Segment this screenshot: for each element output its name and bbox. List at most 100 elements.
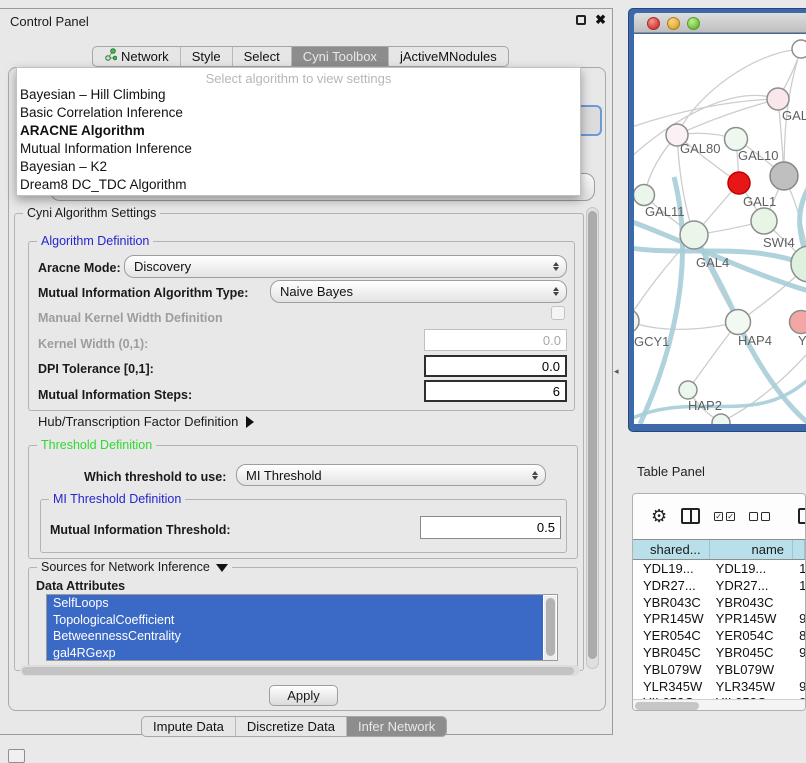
tab-style[interactable]: Style [180,47,232,66]
table-cell: YDL19... [633,561,710,578]
table-row[interactable]: YDL19...YDL19...13 [633,561,805,578]
table-row[interactable]: YBR045CYBR045C9. [633,645,805,662]
attribute-list-item[interactable]: BetweennessCentrality [47,628,543,645]
control-panel-window: Control Panel ✖ NetworkStyleSelectCyni T… [0,8,613,735]
tab-impute-data[interactable]: Impute Data [142,717,235,736]
node-label-hap2: HAP2 [688,398,722,413]
control-panel-titlebar: Control Panel ✖ [0,9,612,33]
dropdown-item[interactable]: Mutual Information Inference [17,140,580,158]
table-horizontal-scrollbar[interactable] [633,699,805,711]
tab-cyni-toolbox[interactable]: Cyni Toolbox [291,47,388,66]
table-panel: ⚙ ✓✓ shared...name YDL19...YDL19...13YDR… [632,493,806,711]
network-node-y[interactable] [790,311,806,334]
table-row[interactable]: YPR145WYPR145W9. [633,611,805,628]
gear-icon[interactable]: ⚙ [651,506,667,527]
table-panel-title: Table Panel [637,464,705,479]
float-window-icon[interactable] [576,15,586,25]
mi-type-combo[interactable]: Naive Bayes [270,280,567,303]
aracne-mode-combo[interactable]: Discovery [124,255,567,278]
close-traffic-light-icon[interactable] [647,17,660,30]
minimize-traffic-light-icon[interactable] [667,17,680,30]
table-column-header[interactable]: name [710,540,793,559]
table-cell: YPR145W [633,611,710,628]
select-all-checks-icon[interactable]: ✓✓ [714,512,735,521]
dropdown-item[interactable]: Dream8 DC_TDC Algorithm [17,176,580,194]
table-column-header[interactable] [793,540,805,559]
network-node-gal11[interactable] [634,185,655,206]
top-tabbar: NetworkStyleSelectCyni ToolboxjActiveMNo… [92,46,509,67]
settings-vertical-scrollbar[interactable] [586,207,599,669]
network-node[interactable] [792,40,806,58]
network-node[interactable] [791,246,806,282]
combo-arrows-icon [529,471,545,480]
mi-threshold-group-title: MI Threshold Definition [49,492,185,506]
table-cell: YPR145W [710,611,793,628]
dropdown-item[interactable]: ARACNE Algorithm [17,122,580,140]
mi-steps-label: Mutual Information Steps: [38,388,192,402]
combo-arrows-icon [550,287,566,296]
network-node-gal[interactable] [767,88,789,110]
node-label-hap4: HAP4 [738,333,772,348]
network-node-gal4[interactable] [680,221,708,249]
kernel-width-input[interactable] [424,329,567,351]
table-row[interactable]: YBR043CYBR043C [633,595,805,612]
table-row[interactable]: YBL079WYBL079W [633,662,805,679]
table-column-header[interactable]: shared... [633,540,710,559]
control-panel-title: Control Panel [10,14,89,29]
deselect-all-checks-icon[interactable] [749,512,770,521]
network-node[interactable] [712,414,730,424]
network-canvas[interactable]: GALGAL80GAL10GAL1SWI4GAL11GAL4GCY1HAP4YH… [634,34,806,424]
tab-network[interactable]: Network [93,47,180,66]
network-node-hap2[interactable] [679,381,697,399]
tab-infer-network[interactable]: Infer Network [346,717,446,736]
mi-steps-input[interactable] [424,380,567,402]
bottom-tabbar: Impute DataDiscretize DataInfer Network [141,716,447,737]
network-node[interactable] [728,172,750,194]
dropdown-item[interactable]: Bayesian – Hill Climbing [17,86,580,104]
attribute-list-item[interactable]: SelfLoops [47,595,543,612]
dropdown-item-list: Bayesian – Hill ClimbingBasic Correlatio… [17,86,580,194]
threshold-definition-title: Threshold Definition [37,438,156,452]
table-cell: 13 [793,561,805,578]
tab-discretize-data[interactable]: Discretize Data [235,717,346,736]
network-node-gal1[interactable] [751,208,777,234]
table-toolbar: ⚙ ✓✓ [633,494,805,538]
tab-jactivemnodules[interactable]: jActiveMNodules [388,47,508,66]
network-node-gcy1[interactable] [634,309,639,333]
close-icon[interactable]: ✖ [595,12,606,28]
table-row[interactable]: YLR345WYLR345W9. [633,679,805,696]
network-window-titlebar[interactable] [634,13,806,33]
apply-button[interactable]: Apply [269,685,338,706]
table-cell [793,662,805,679]
mi-threshold-label: Mutual Information Threshold: [50,523,231,537]
dpi-tolerance-input[interactable] [424,355,567,377]
which-threshold-combo[interactable]: MI Threshold [236,464,546,486]
docked-panel-icon[interactable] [8,749,25,763]
attribute-list-item[interactable]: gal4RGexp [47,645,543,662]
table-row[interactable]: YER054CYER054C8. [633,628,805,645]
tab-select[interactable]: Select [232,47,291,66]
data-attributes-list: SelfLoopsTopologicalCoefficientBetweenne… [46,594,558,661]
sources-group-title[interactable]: Sources for Network Inference [37,560,232,574]
zoom-traffic-light-icon[interactable] [687,17,700,30]
manual-kernel-checkbox[interactable] [551,306,565,320]
partial-table-icon[interactable] [798,508,806,524]
network-node-hap4[interactable] [726,310,751,335]
network-icon [104,47,117,67]
data-attributes-label: Data Attributes [36,579,125,593]
mi-threshold-input[interactable] [420,516,561,539]
splitter-collapse-arrow[interactable]: ◂ [614,366,619,377]
table-cell: YBR045C [633,645,710,662]
settings-horizontal-scrollbar[interactable] [20,665,580,676]
dropdown-item[interactable]: Bayesian – K2 [17,158,580,176]
attribute-list-item[interactable]: TopologicalCoefficient [47,612,543,629]
columns-icon[interactable] [681,508,700,524]
dropdown-item[interactable]: Basic Correlation Inference [17,104,580,122]
network-graph[interactable]: GALGAL80GAL10GAL1SWI4GAL11GAL4GCY1HAP4YH… [634,34,806,424]
network-node[interactable] [770,162,798,190]
table-cell: YBL079W [710,662,793,679]
table-row[interactable]: YDR27...YDR27...12 [633,578,805,595]
manual-kernel-label: Manual Kernel Width Definition [38,311,223,325]
attr-list-scrollbar[interactable] [544,596,556,660]
hub-definition-expander[interactable]: Hub/Transcription Factor Definition [38,414,254,429]
